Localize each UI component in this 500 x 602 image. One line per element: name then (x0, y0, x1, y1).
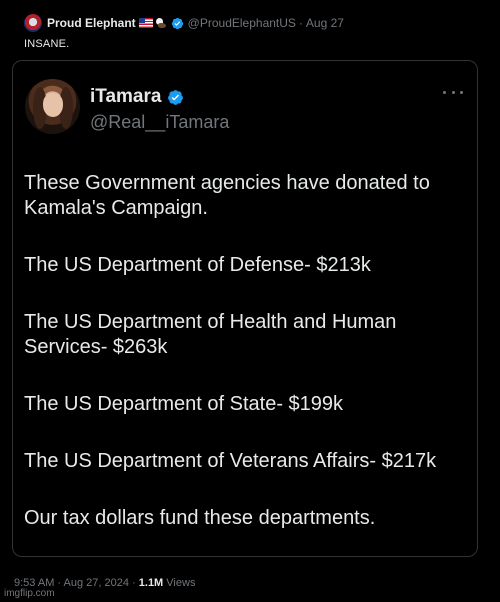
views-label: Views (166, 577, 196, 589)
tweet-paragraph: The US Department of State- $199k (24, 393, 344, 415)
quoted-author-name-row: iTamara (90, 86, 184, 108)
tweet-paragraph: Our tax dollars fund these departments. (24, 507, 376, 529)
imgflip-watermark: imgflip.com (4, 588, 55, 599)
avatar-face (43, 93, 63, 117)
tweet-paragraph: The US Department of Health and Human Se… (24, 311, 397, 358)
outer-author-avatar[interactable] (24, 14, 42, 32)
quoted-author-handle[interactable]: @Real__iTamara (90, 112, 229, 133)
tweet-paragraph: These Government agencies have donated t… (24, 172, 430, 219)
outer-author-name[interactable]: Proud Elephant (47, 16, 136, 30)
outer-author-handle[interactable]: @ProudElephantUS (188, 16, 296, 30)
more-options-icon[interactable] (443, 85, 463, 99)
outer-tweet-text: INSANE. (24, 38, 70, 50)
quoted-author-name[interactable]: iTamara (90, 86, 161, 108)
quoted-author-avatar[interactable] (25, 79, 80, 134)
eagle-icon (155, 17, 167, 29)
tweet-paragraph: The US Department of Veterans Affairs- $… (24, 450, 437, 472)
verified-icon (171, 17, 183, 29)
verified-icon (168, 89, 184, 105)
outer-tweet-header: Proud Elephant @ProudElephantUS · Aug 27 (24, 13, 344, 33)
separator-dot: · (298, 16, 303, 30)
outer-tweet-date[interactable]: Aug 27 (306, 16, 344, 30)
quoted-tweet-body: These Government agencies have donated t… (24, 171, 469, 531)
quoted-tweet-card[interactable]: iTamara @Real__iTamara These Government … (12, 60, 478, 557)
views-count: 1.1M (138, 577, 164, 589)
tweet-paragraph: The US Department of Defense- $213k (24, 254, 371, 276)
us-flag-icon (138, 18, 153, 28)
